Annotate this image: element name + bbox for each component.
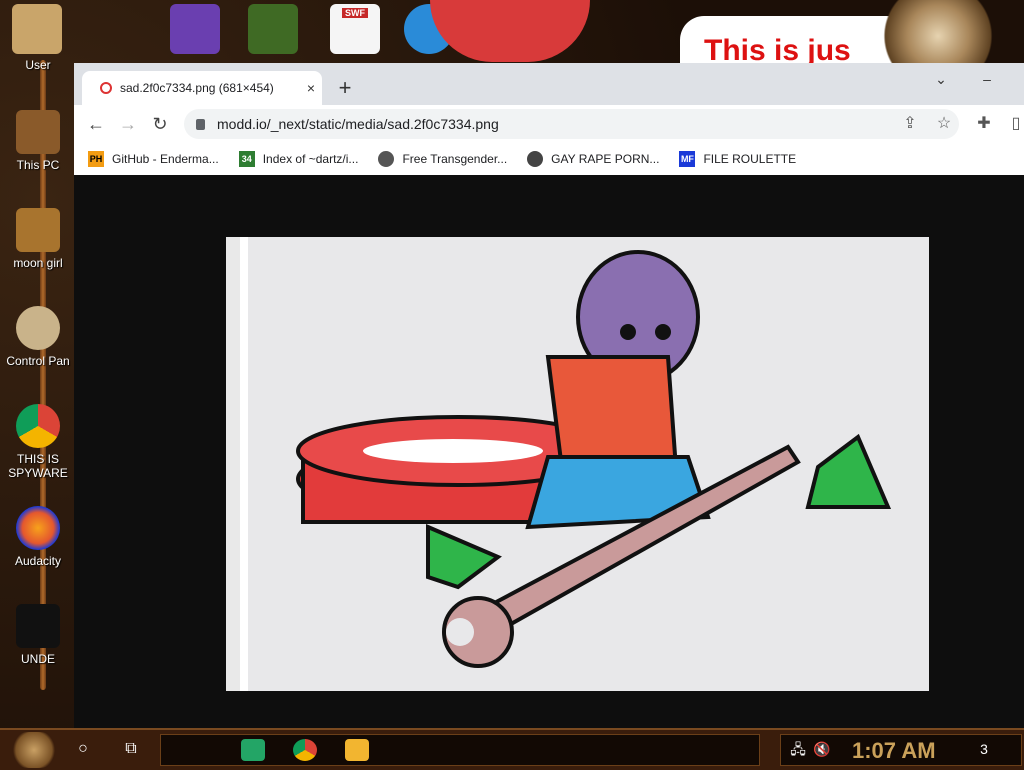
pornhub-favicon-icon: PH — [88, 151, 104, 167]
network-icon[interactable]: 🖧 — [787, 738, 809, 760]
bookmark-label: GAY RAPE PORN... — [551, 152, 660, 166]
bookmark-github[interactable]: PH GitHub - Enderma... — [88, 151, 219, 167]
bookmark-gay-rape-porn[interactable]: GAY RAPE PORN... — [527, 151, 659, 167]
notification-count: 3 — [980, 741, 988, 757]
tab-title: sad.2f0c7334.png (681×454) — [120, 81, 274, 95]
desktop-icon-label: UNDE — [20, 652, 55, 666]
chrome-icon — [16, 404, 60, 448]
image-viewport — [74, 175, 1024, 728]
image-frame — [226, 237, 929, 691]
unity-icon — [16, 604, 60, 648]
globe-icon — [527, 151, 544, 167]
desktop-icon-label: Control Pan — [6, 354, 70, 368]
taskbar: ○ ⧉ 🖧 🔇 3 1:07 AM — [0, 728, 1024, 770]
tab-close-button[interactable]: × — [300, 80, 322, 96]
desktop-icon-control-panel[interactable]: Control Pan — [0, 306, 76, 368]
desktop-icon-label: This PC — [16, 158, 60, 172]
steampunk-clock-icon — [868, 0, 1018, 72]
computer-icon — [16, 110, 60, 154]
displayed-image — [248, 237, 929, 691]
browser-window: sad.2f0c7334.png (681×454) × + ⌄ – ← → ↻… — [74, 63, 1024, 728]
tab-active[interactable]: sad.2f0c7334.png (681×454) × — [82, 71, 322, 105]
rule34-favicon-icon: 34 — [238, 151, 255, 167]
bookmarks-bar: PH GitHub - Enderma... 34 Index of ~dart… — [74, 143, 1024, 176]
mf-favicon-icon: MF — [679, 151, 696, 167]
new-tab-button[interactable]: + — [332, 75, 358, 101]
share-icon[interactable]: ⇪ — [898, 113, 922, 135]
extensions-icon[interactable]: ✚ — [972, 113, 996, 135]
minimize-button[interactable]: – — [972, 71, 1002, 95]
bookmark-label: Free Transgender... — [402, 152, 508, 166]
desktop-icon-label: User — [25, 58, 51, 72]
desktop-icon-this-pc[interactable]: This PC — [0, 110, 76, 172]
audacity-icon — [16, 506, 60, 550]
desktop-icon-label: THIS IS SPYWARE — [8, 452, 68, 480]
minecraft-icon[interactable] — [248, 4, 298, 54]
bookmark-file-roulette[interactable]: MF FILE ROULETTE — [679, 151, 796, 167]
tab-strip: sad.2f0c7334.png (681×454) × + ⌄ – — [74, 63, 1024, 105]
reload-button[interactable]: ↻ — [148, 113, 172, 135]
red-wallpaper-shape — [430, 0, 590, 62]
flash-swf-icon[interactable]: SWF — [330, 4, 380, 54]
bookmark-label: Index of ~dartz/i... — [262, 152, 359, 166]
start-button[interactable] — [10, 732, 58, 768]
desktop-icon-moon-girl[interactable]: moon girl — [0, 208, 76, 270]
taskbar-clock[interactable]: 1:07 AM — [852, 738, 936, 764]
desktop-icon-label: moon girl — [13, 256, 63, 270]
bookmark-label: FILE ROULETTE — [703, 152, 797, 166]
toolbar: ← → ↻ modd.io/_next/static/media/sad.2f0… — [74, 105, 1024, 143]
url-text: modd.io/_next/static/media/sad.2f0c7334.… — [217, 116, 499, 132]
control-panel-icon — [16, 306, 60, 350]
desktop-icon-chrome[interactable]: THIS IS SPYWARE — [0, 404, 76, 480]
sheets-icon[interactable] — [241, 739, 265, 761]
chrome-icon[interactable] — [293, 739, 317, 761]
back-button[interactable]: ← — [84, 113, 108, 135]
bookmark-index-of[interactable]: 34 Index of ~dartz/i... — [238, 151, 359, 167]
desktop-icon-unde[interactable]: UNDE — [0, 604, 76, 666]
address-bar[interactable]: modd.io/_next/static/media/sad.2f0c7334.… — [184, 109, 959, 139]
user-avatar-icon[interactable] — [12, 4, 62, 54]
desktop-icon-user[interactable]: User — [0, 58, 76, 72]
favicon-icon — [100, 82, 112, 94]
bookmark-free-transgender[interactable]: Free Transgender... — [378, 151, 507, 167]
file-explorer-icon[interactable] — [345, 739, 369, 761]
bookmark-star-icon[interactable]: ☆ — [932, 113, 956, 135]
image-left-strip — [226, 237, 240, 691]
desktop-icon-audacity[interactable]: Audacity — [0, 506, 76, 568]
task-view-icon[interactable]: ⧉ — [120, 738, 142, 760]
cartoon-illustration — [296, 250, 892, 668]
visual-studio-icon[interactable] — [170, 4, 220, 54]
volume-muted-icon[interactable]: 🔇 — [811, 738, 833, 760]
side-panel-icon[interactable]: ▯ — [1004, 113, 1024, 135]
forward-button[interactable]: → — [116, 113, 140, 135]
tab-search-button[interactable]: ⌄ — [926, 71, 956, 95]
bookmark-label: GitHub - Enderma... — [112, 152, 219, 166]
swf-label: SWF — [342, 8, 368, 18]
folder-icon — [16, 208, 60, 252]
taskbar-apps — [160, 734, 760, 766]
search-circle-icon[interactable]: ○ — [72, 738, 94, 760]
desktop-icon-label: Audacity — [14, 554, 62, 568]
lock-icon — [196, 118, 205, 130]
site-favicon-icon — [378, 151, 395, 167]
notification-icon[interactable]: 3 — [973, 738, 995, 760]
